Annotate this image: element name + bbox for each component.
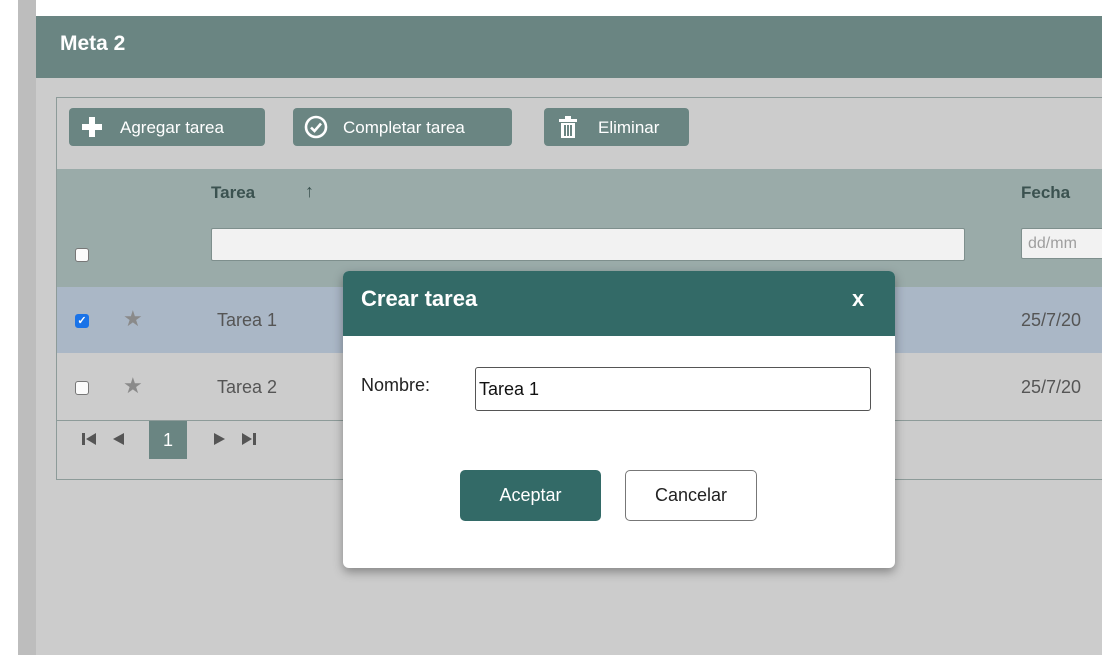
dialog-title: Crear tarea <box>361 286 478 311</box>
page-number-current[interactable]: 1 <box>149 421 187 459</box>
accept-button[interactable]: Aceptar <box>460 470 601 521</box>
delete-button[interactable]: Eliminar <box>544 108 689 146</box>
sidebar-strip <box>18 0 36 655</box>
star-icon[interactable]: ★ <box>123 373 143 399</box>
last-page-icon[interactable] <box>241 431 257 452</box>
grid-toolbar: Agregar tarea Completar tarea Eliminar <box>57 98 1102 168</box>
panel-header: Meta 2 <box>36 16 1102 78</box>
date-filter-input[interactable]: dd/mm <box>1021 228 1102 259</box>
plus-icon <box>77 108 107 146</box>
page-margin <box>0 0 18 655</box>
prev-page-icon[interactable] <box>111 431 125 452</box>
sort-arrow-icon[interactable]: ↑ <box>305 181 314 202</box>
task-name: Tarea 2 <box>217 377 278 397</box>
column-header-date[interactable]: Fecha <box>1021 183 1070 203</box>
task-name: Tarea 1 <box>217 310 278 330</box>
row-checkbox[interactable] <box>75 381 89 395</box>
trash-icon <box>553 108 583 146</box>
complete-task-button[interactable]: Completar tarea <box>293 108 512 146</box>
complete-task-label: Completar tarea <box>343 118 465 137</box>
cancel-button[interactable]: Cancelar <box>625 470 757 521</box>
task-name-input[interactable] <box>475 367 871 411</box>
column-header-row: Tarea ↑ Fecha <box>57 169 1102 217</box>
next-page-icon[interactable] <box>213 431 227 452</box>
panel-title: Meta 2 <box>60 32 126 55</box>
task-filter-input[interactable] <box>211 228 965 261</box>
dialog-header: Crear tarea x <box>343 271 895 336</box>
check-circle-icon <box>301 108 331 146</box>
first-page-icon[interactable] <box>81 431 97 452</box>
add-task-button[interactable]: Agregar tarea <box>69 108 265 146</box>
delete-label: Eliminar <box>598 118 660 137</box>
star-icon[interactable]: ★ <box>123 306 143 332</box>
task-date: 25/7/20 <box>1021 377 1082 397</box>
task-date: 25/7/20 <box>1021 310 1082 330</box>
select-all-checkbox[interactable] <box>75 248 89 262</box>
row-checkbox-checked[interactable]: ✓ <box>75 314 89 328</box>
close-icon[interactable]: x <box>852 286 864 312</box>
create-task-dialog: Crear tarea x Nombre: Aceptar Cancelar <box>343 271 895 568</box>
name-label: Nombre: <box>361 375 431 395</box>
add-task-label: Agregar tarea <box>120 118 224 137</box>
column-header-task[interactable]: Tarea <box>211 183 255 203</box>
